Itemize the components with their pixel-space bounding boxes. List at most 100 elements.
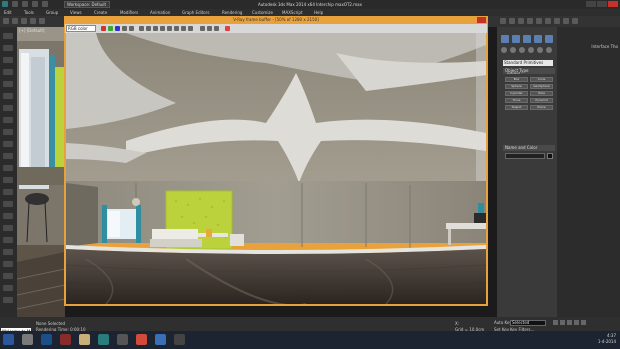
folder-icon[interactable]	[79, 334, 90, 345]
copy-icon[interactable]	[160, 26, 165, 31]
modify-tab-icon[interactable]	[512, 35, 520, 43]
teapot-button[interactable]: Teapot	[505, 105, 528, 110]
acrobat-icon[interactable]	[60, 334, 71, 345]
photoshop-icon[interactable]	[41, 334, 52, 345]
cylinder-button[interactable]: Cylinder	[505, 91, 528, 96]
torus-button[interactable]: Torus	[505, 98, 528, 103]
play-icon[interactable]	[567, 320, 572, 325]
alpha-channel-icon[interactable]	[122, 26, 127, 31]
curve-editor-icon[interactable]	[554, 18, 560, 24]
primitive-type-dropdown[interactable]: Standard Primitives	[503, 60, 553, 66]
schematic-view-icon[interactable]	[545, 18, 551, 24]
create-tab-icon[interactable]	[501, 35, 509, 43]
lights-icon[interactable]	[519, 47, 525, 53]
display-tab-icon[interactable]	[545, 35, 553, 43]
minimize-icon[interactable]	[586, 1, 596, 7]
name-and-color-rollout[interactable]: Name and Color	[503, 145, 555, 151]
track-mouse-icon[interactable]	[167, 26, 172, 31]
render-last-icon[interactable]	[181, 26, 186, 31]
motion-tab-icon[interactable]	[534, 35, 542, 43]
autogrid-checkbox[interactable]: AutoGrid	[507, 71, 520, 75]
mono-icon[interactable]	[129, 26, 134, 31]
cone-button[interactable]: Cone	[530, 77, 553, 82]
menu-create[interactable]: Create	[94, 10, 107, 15]
previous-frame-icon[interactable]	[560, 320, 565, 325]
color-corrections-icon[interactable]	[200, 26, 205, 31]
ribbon-constraint-icon[interactable]	[3, 153, 13, 159]
ribbon-align-icon[interactable]	[3, 105, 13, 111]
maximize-icon[interactable]	[597, 1, 607, 7]
frame-buffer-title[interactable]: V-Ray frame buffer - [50% of 1280 x 2150…	[64, 16, 488, 24]
unlink-icon[interactable]	[30, 18, 36, 24]
region-render-icon[interactable]	[174, 26, 179, 31]
clear-image-icon[interactable]	[153, 26, 158, 31]
menu-graph-editors[interactable]: Graph Editors	[182, 10, 209, 15]
ribbon-extra-icon[interactable]	[3, 297, 13, 303]
lut-icon[interactable]	[207, 26, 212, 31]
ribbon-properties-icon[interactable]	[3, 285, 13, 291]
link-inspector-icon[interactable]	[188, 26, 193, 31]
red-channel-icon[interactable]	[101, 26, 106, 31]
load-image-icon[interactable]	[146, 26, 151, 31]
redo-icon[interactable]	[12, 18, 18, 24]
render-frame-icon[interactable]	[509, 18, 515, 24]
app-icon[interactable]	[174, 334, 185, 345]
ribbon-rotate-icon[interactable]	[3, 57, 13, 63]
ribbon-swift-loop-icon[interactable]	[3, 129, 13, 135]
viewport-label[interactable]: [+] [Default]	[19, 28, 44, 33]
undo-icon[interactable]	[12, 1, 18, 7]
start-icon[interactable]	[3, 334, 14, 345]
render-icon[interactable]	[518, 18, 524, 24]
menu-views[interactable]: Views	[70, 10, 82, 15]
ribbon-scale-icon[interactable]	[3, 69, 13, 75]
object-color-swatch[interactable]	[547, 153, 553, 159]
go-to-start-icon[interactable]	[553, 320, 558, 325]
plane-button[interactable]: Plane	[530, 105, 553, 110]
hierarchy-tab-icon[interactable]	[523, 35, 531, 43]
channel-select[interactable]: RGB color	[66, 25, 96, 32]
go-to-end-icon[interactable]	[581, 320, 586, 325]
ribbon-snap-icon[interactable]	[3, 81, 13, 87]
close-icon[interactable]	[477, 17, 486, 23]
app-logo-icon[interactable]	[2, 1, 8, 7]
save-icon[interactable]	[42, 1, 48, 7]
ribbon-shape-icon[interactable]	[3, 165, 13, 171]
save-image-icon[interactable]	[139, 26, 144, 31]
shapes-icon[interactable]	[510, 47, 516, 53]
box-button[interactable]: Box	[505, 77, 528, 82]
ribbon-toggle-icon[interactable]	[572, 18, 578, 24]
pyramid-button[interactable]: Pyramid	[530, 98, 553, 103]
menu-tools[interactable]: Tools	[24, 10, 34, 15]
ribbon-layer-icon[interactable]	[3, 117, 13, 123]
ribbon-paint-icon[interactable]	[3, 141, 13, 147]
bind-icon[interactable]	[39, 18, 45, 24]
link-icon[interactable]	[21, 18, 27, 24]
open-icon[interactable]	[32, 1, 38, 7]
sphere-button[interactable]: Sphere	[505, 84, 528, 89]
menu-maxscript[interactable]: MAXScript	[282, 10, 303, 15]
geosphere-button[interactable]: GeoSphere	[530, 84, 553, 89]
menu-help[interactable]: Help	[314, 10, 323, 15]
perspective-viewport[interactable]: [+] [Default]	[17, 27, 65, 317]
next-frame-icon[interactable]	[574, 320, 579, 325]
tube-button[interactable]: Tube	[530, 91, 553, 96]
extra-panel-label[interactable]: Interface Tho	[591, 44, 618, 49]
system-clock[interactable]: 4:37 1-4-2014	[598, 333, 616, 345]
ribbon-geometry-icon[interactable]	[3, 237, 13, 243]
ribbon-object-paint-icon[interactable]	[3, 201, 13, 207]
menu-modifiers[interactable]: Modifiers	[120, 10, 138, 15]
ribbon-freeform-icon[interactable]	[3, 177, 13, 183]
ribbon-move-icon[interactable]	[3, 45, 13, 51]
layer-manager-icon[interactable]	[563, 18, 569, 24]
object-name-input[interactable]	[505, 153, 545, 159]
menu-customize[interactable]: Customize	[252, 10, 273, 15]
skype-icon[interactable]	[155, 334, 166, 345]
redo-icon[interactable]	[22, 1, 28, 7]
geometry-icon[interactable]	[501, 47, 507, 53]
menu-rendering[interactable]: Rendering	[222, 10, 242, 15]
explorer-icon[interactable]	[22, 334, 33, 345]
blue-channel-icon[interactable]	[115, 26, 120, 31]
close-icon[interactable]	[608, 1, 618, 7]
ribbon-selection-icon[interactable]	[3, 189, 13, 195]
srgb-icon[interactable]	[214, 26, 219, 31]
